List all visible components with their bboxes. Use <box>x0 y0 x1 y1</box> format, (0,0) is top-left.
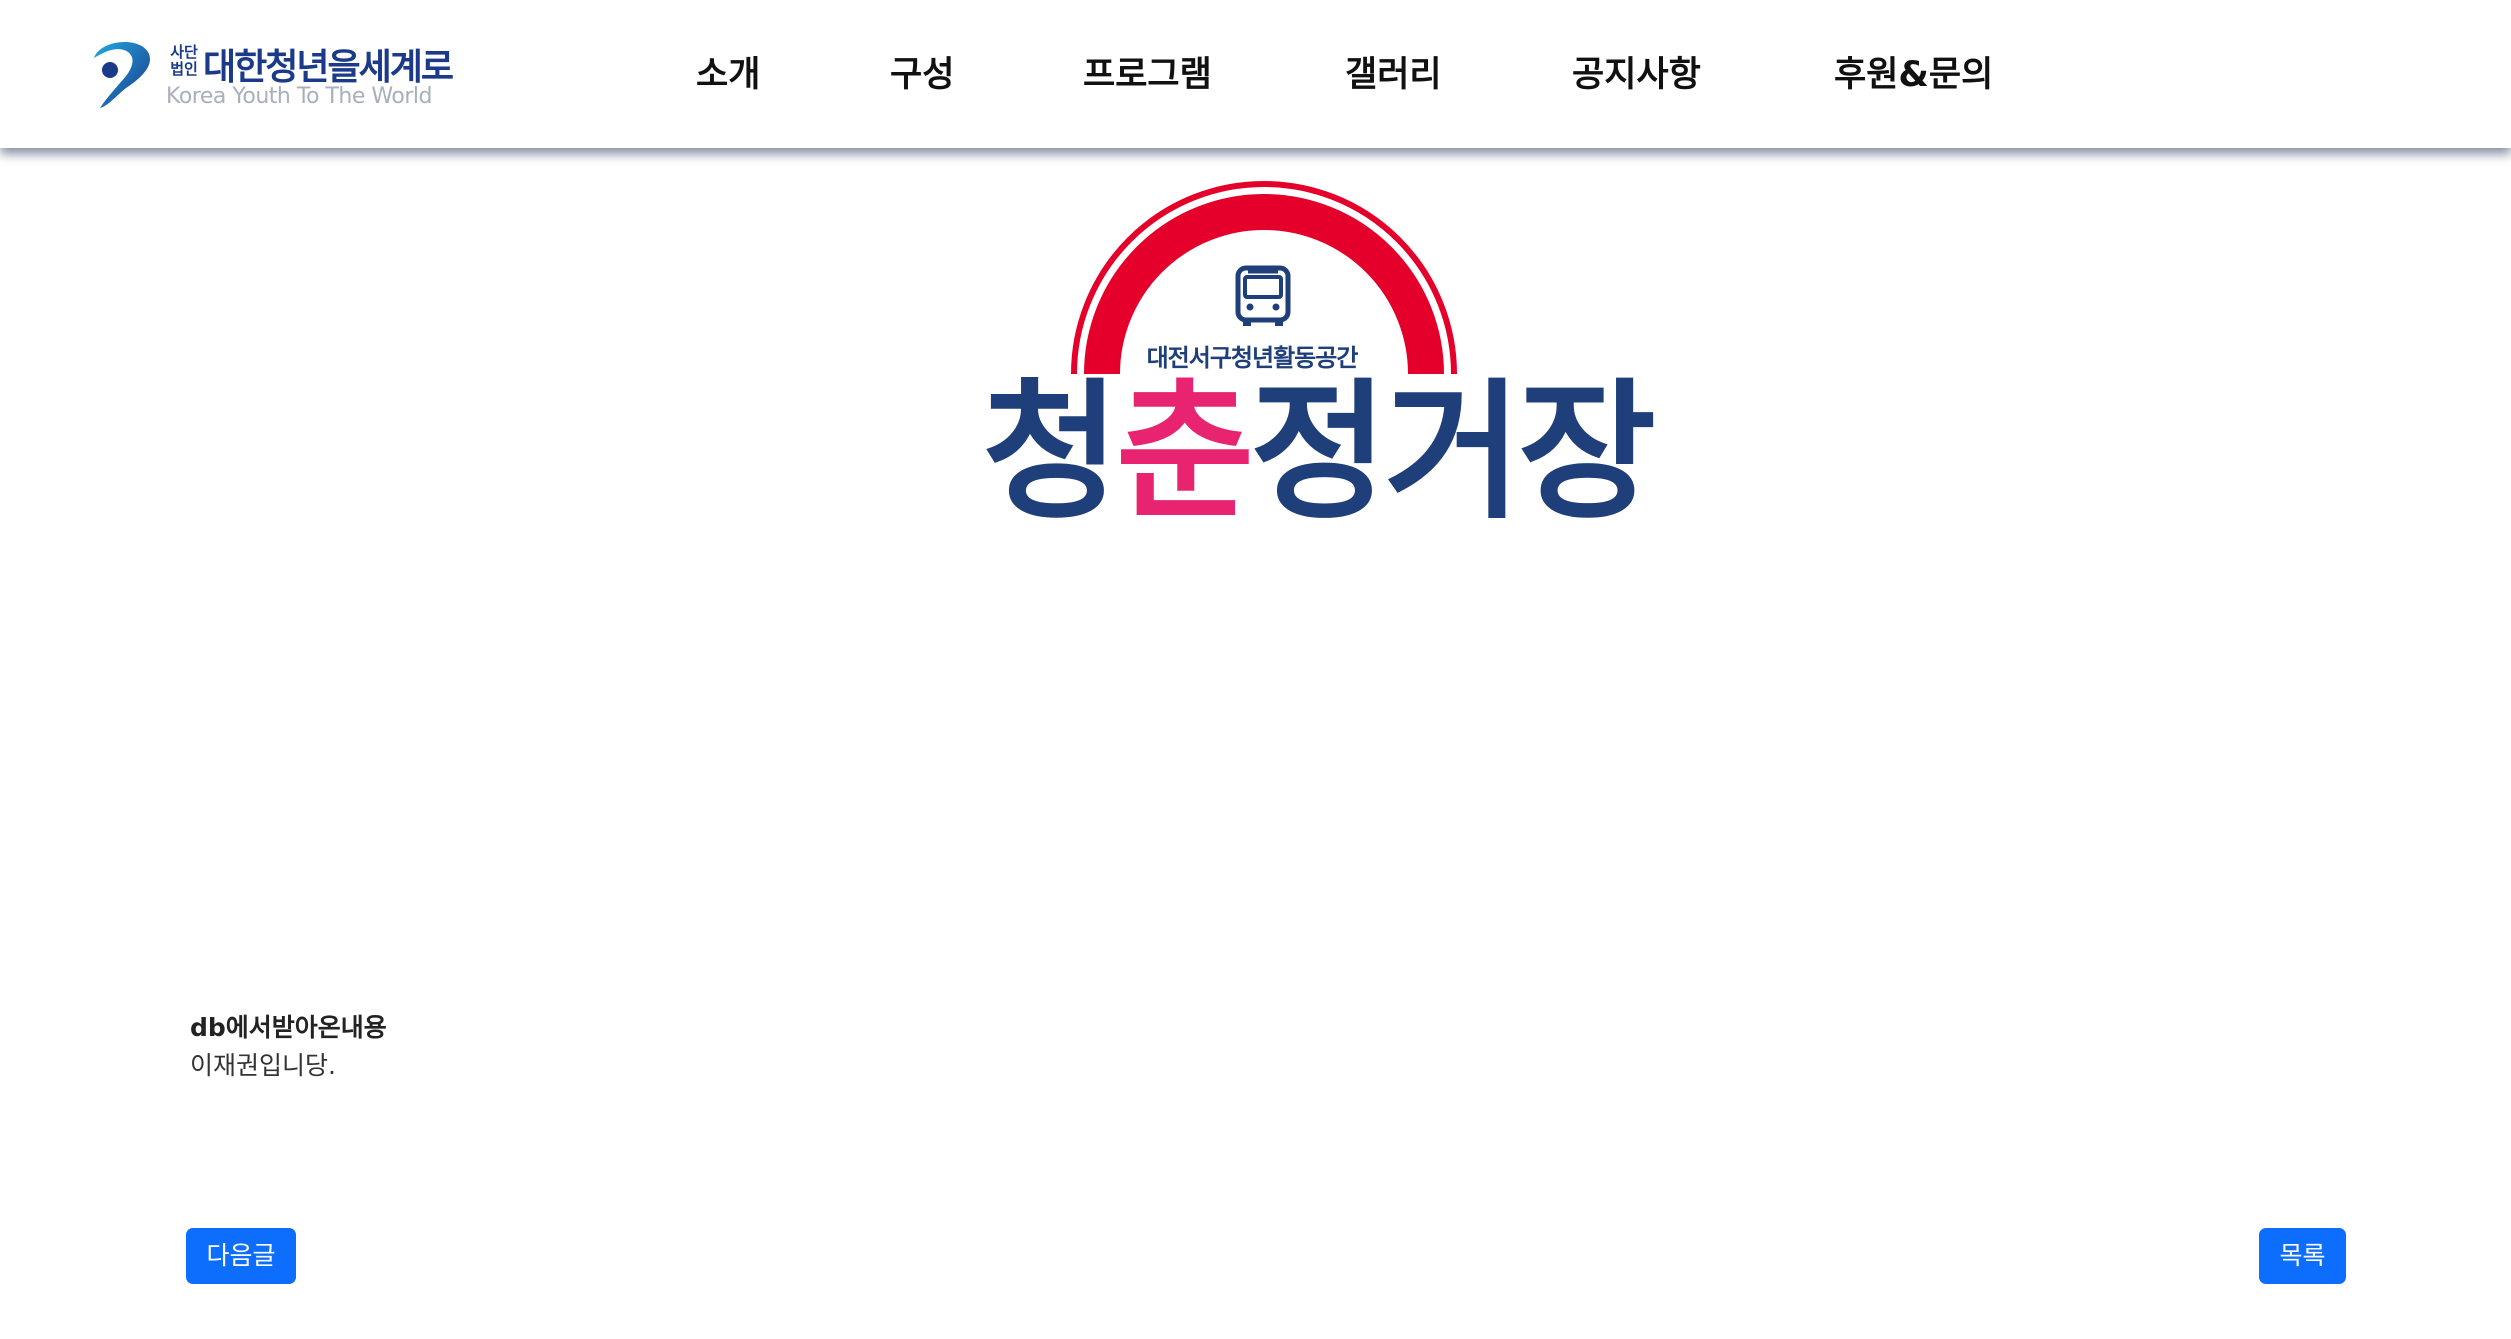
nav-item-intro[interactable]: 소개 <box>696 46 760 97</box>
space-title: 청춘정거장 <box>982 366 1656 540</box>
main-nav: 소개 구성 프로그램 갤러리 공지사항 후원&문의 <box>0 0 2511 140</box>
site-header: 사단법인 대한청년을세계로 Korea Youth To The World 소… <box>0 0 2511 148</box>
space-title-accent: 춘 <box>1116 366 1254 540</box>
nav-item-organization[interactable]: 구성 <box>890 46 954 97</box>
post-body: 이재권입니당. <box>190 1051 336 1080</box>
post-title: db에서받아온내용 <box>190 1013 387 1042</box>
nav-item-support[interactable]: 후원&문의 <box>1834 46 1993 97</box>
space-logo: 대전서구청년활동공간 청춘정거장 <box>960 178 1656 558</box>
nav-item-notice[interactable]: 공지사항 <box>1572 46 1701 97</box>
space-title-post: 정거장 <box>1250 366 1656 540</box>
list-button[interactable]: 목록 <box>2259 1228 2346 1284</box>
bus-icon <box>1235 265 1291 326</box>
space-title-pre: 청 <box>982 366 1120 540</box>
nav-item-program[interactable]: 프로그램 <box>1083 46 1212 97</box>
next-post-button[interactable]: 다음글 <box>186 1228 296 1284</box>
nav-item-gallery[interactable]: 갤러리 <box>1345 46 1442 97</box>
